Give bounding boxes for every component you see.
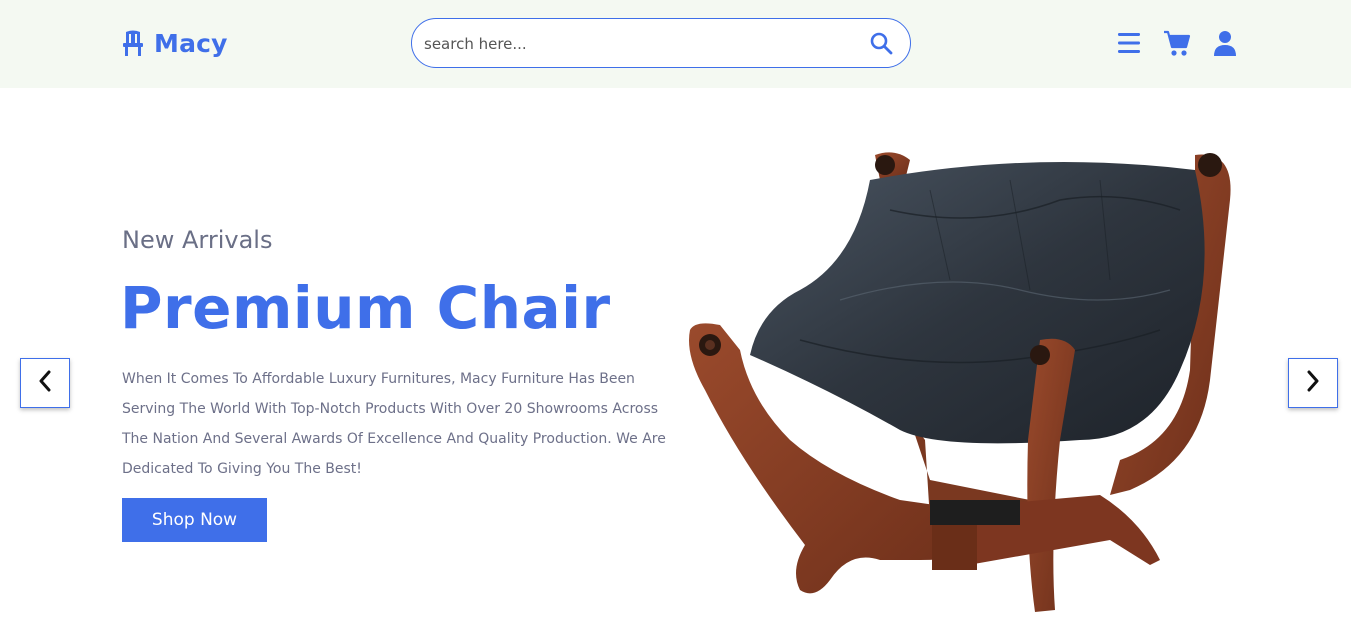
shop-now-button[interactable]: Shop Now <box>122 498 267 542</box>
cart-icon[interactable] <box>1163 28 1191 58</box>
user-icon[interactable] <box>1213 28 1237 58</box>
brand-name: Macy <box>154 28 228 58</box>
next-slide-button[interactable] <box>1288 358 1338 408</box>
chair-icon <box>122 28 146 58</box>
menu-icon[interactable] <box>1117 28 1143 58</box>
search-icon[interactable] <box>869 31 895 57</box>
chevron-left-icon <box>37 370 53 396</box>
hero-subtitle: New Arrivals <box>122 226 273 254</box>
prev-slide-button[interactable] <box>20 358 70 408</box>
search-bar <box>411 18 911 68</box>
brand-logo[interactable]: Macy <box>122 26 228 60</box>
hero-title: Premium Chair <box>120 274 611 342</box>
chevron-right-icon <box>1305 370 1321 396</box>
site-header: Macy <box>0 0 1351 88</box>
hero-product-image <box>680 140 1250 620</box>
search-input[interactable] <box>424 31 854 57</box>
hero-description: When It Comes To Affordable Luxury Furni… <box>122 371 666 477</box>
